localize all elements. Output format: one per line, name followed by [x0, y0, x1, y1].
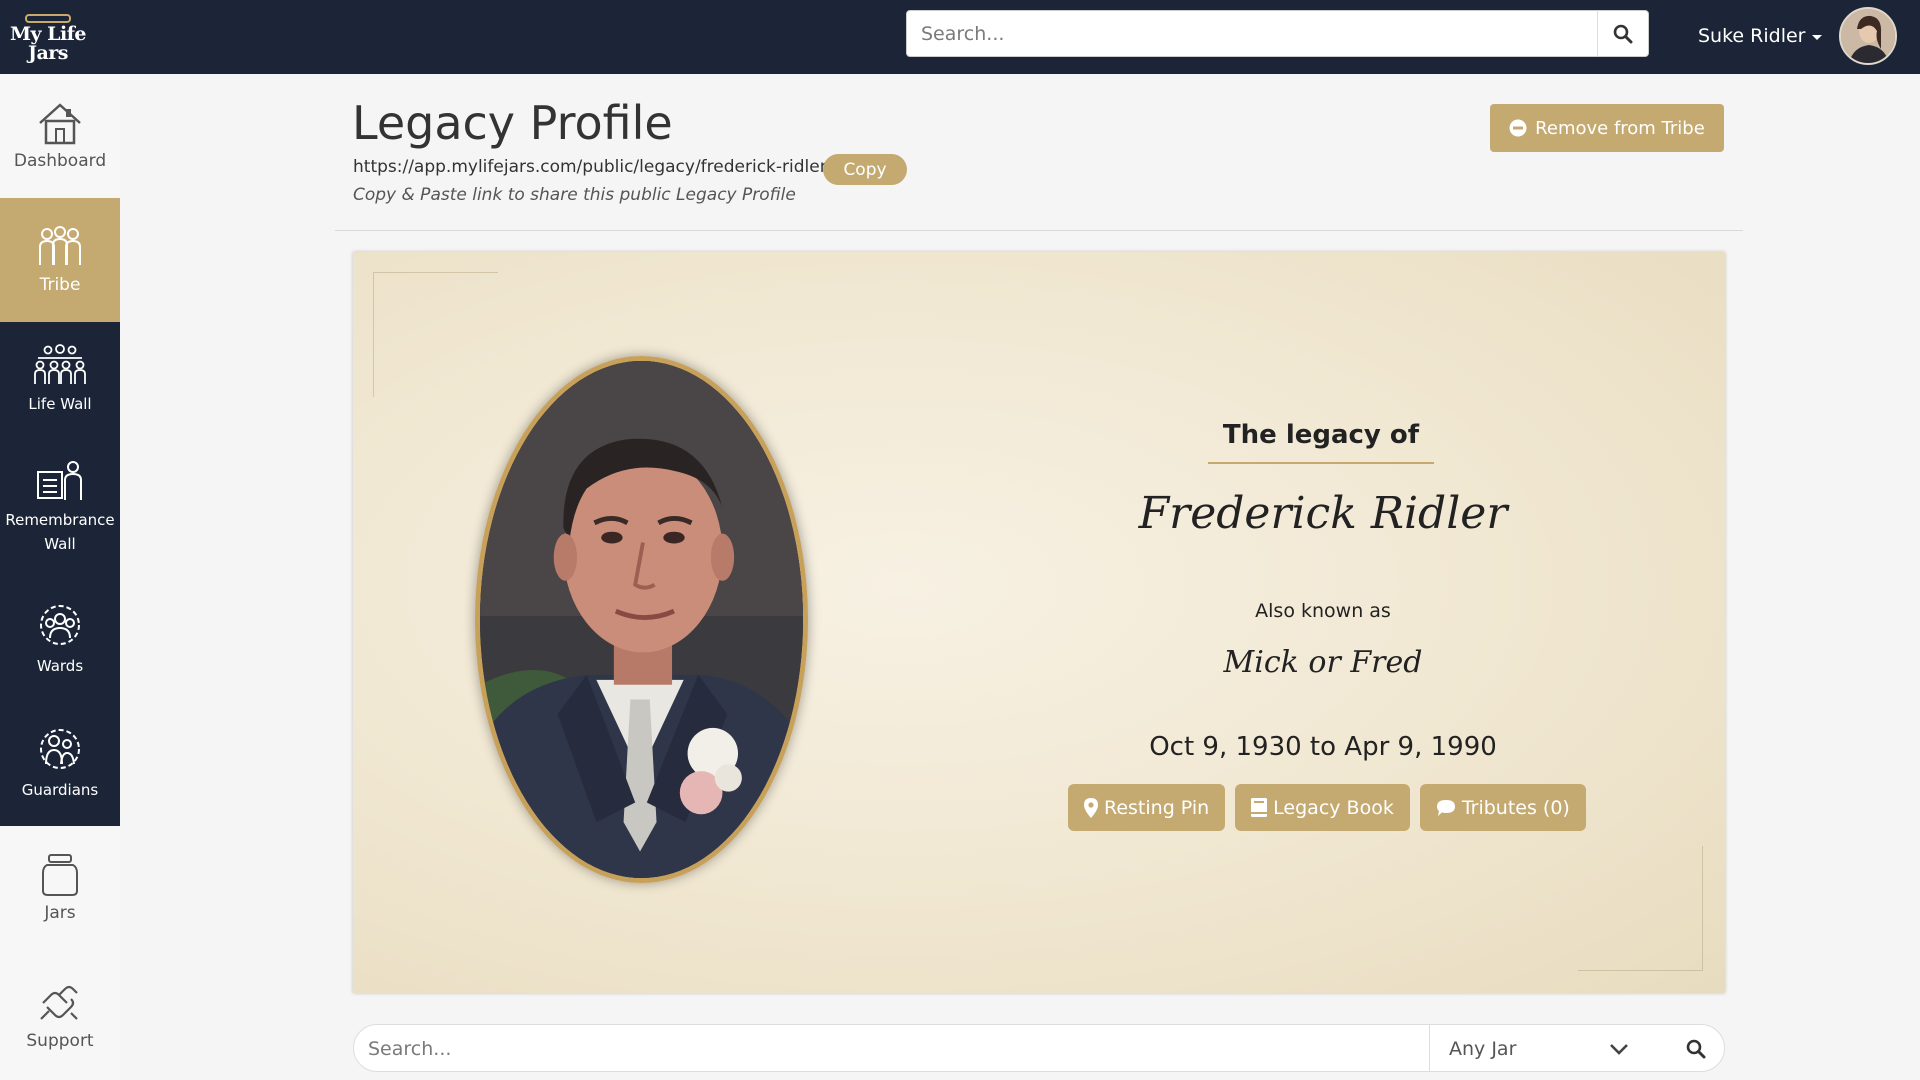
sidebar-item-label: Dashboard [13, 150, 107, 171]
guardians-icon [40, 729, 80, 769]
house-icon [39, 102, 81, 144]
sidebar-item-label: Guardians [21, 781, 99, 799]
sidebar-item-label: Jars [44, 902, 76, 923]
user-menu-dropdown[interactable]: Suke Ridler [1698, 22, 1823, 50]
jar-filter-value: Any Jar [1449, 1038, 1517, 1060]
sidebar-item-label: Wards [36, 657, 84, 675]
legacy-heading: The legacy of [1208, 420, 1434, 464]
map-pin-icon [1084, 797, 1098, 818]
memorial-icon [37, 461, 82, 500]
life-dates: Oct 9, 1930 to Apr 9, 1990 [1149, 732, 1497, 762]
chevron-down-icon [1610, 1044, 1628, 1055]
jar-filter-select[interactable]: Any Jar [1449, 1037, 1629, 1061]
sidebar-item-tribe[interactable]: Tribe [0, 198, 120, 322]
jar-lid-icon [25, 13, 71, 23]
remove-from-tribe-label: Remove from Tribe [1535, 117, 1705, 139]
global-search-button[interactable] [1597, 10, 1649, 57]
aka-value: Mick or Fred [1223, 645, 1423, 680]
minus-circle-icon [1509, 119, 1527, 137]
search-icon [1686, 1039, 1706, 1059]
divider [1429, 1025, 1430, 1071]
comment-icon [1436, 799, 1455, 816]
remove-from-tribe-button[interactable]: Remove from Tribe [1490, 104, 1724, 152]
sidebar-item-wards[interactable]: Wards [0, 578, 120, 702]
avatar[interactable] [1839, 7, 1897, 65]
legacy-name: Frederick Ridler [1138, 488, 1508, 539]
avatar-silhouette [1841, 9, 1895, 63]
aka-label: Also known as [1255, 600, 1391, 622]
page-title: Legacy Profile [352, 96, 673, 150]
sidebar-item-remembrance-wall[interactable]: Remembrance Wall [0, 438, 120, 578]
jar-search-button[interactable] [1683, 1036, 1709, 1062]
support-icon [40, 985, 78, 1020]
top-navbar: My Life Jars Suke Ridler [0, 0, 1920, 74]
sidebar-item-jars[interactable]: Jars [0, 826, 120, 950]
legacy-book-label: Legacy Book [1273, 796, 1394, 819]
sidebar-item-label: Support [26, 1030, 94, 1051]
share-note: Copy & Paste link to share this public L… [353, 185, 796, 205]
jar-search-input[interactable] [368, 1033, 1418, 1065]
legacy-book-button[interactable]: Legacy Book [1235, 784, 1410, 831]
tributes-button[interactable]: Tributes (0) [1419, 784, 1586, 831]
sidebar-item-dashboard[interactable]: Dashboard [0, 74, 120, 198]
sidebar-item-label: Life Wall [28, 395, 92, 413]
family-tree-icon [34, 344, 86, 384]
tribe-icon [39, 225, 81, 265]
sidebar: Dashboard Tribe Life Wall Remembrance Wa… [0, 74, 120, 1080]
copy-link-button[interactable]: Copy [823, 154, 907, 185]
logo-text-line1: My Life [9, 22, 87, 45]
app-logo[interactable]: My Life Jars [6, 5, 90, 71]
legacy-actions: Resting Pin Legacy Book Tributes (0) [1068, 784, 1586, 831]
user-name: Suke Ridler [1698, 25, 1806, 47]
sidebar-item-label: Remembrance Wall [5, 511, 115, 553]
sidebar-item-support[interactable]: Support [0, 950, 120, 1080]
portrait-illustration [480, 361, 803, 878]
decorative-corner [1578, 846, 1703, 971]
legacy-card: The legacy of Frederick Ridler Also know… [353, 252, 1725, 993]
caret-down-icon [1812, 34, 1823, 40]
search-icon [1613, 24, 1633, 43]
jar-search-bar: Any Jar [353, 1024, 1725, 1072]
book-icon [1251, 798, 1268, 817]
tributes-label: Tributes (0) [1461, 796, 1570, 819]
global-search-input[interactable] [906, 10, 1598, 57]
resting-pin-label: Resting Pin [1104, 796, 1210, 819]
legacy-share-url[interactable]: https://app.mylifejars.com/public/legacy… [353, 157, 827, 177]
jar-icon [42, 853, 78, 896]
wards-icon [40, 605, 80, 645]
sidebar-item-life-wall[interactable]: Life Wall [0, 322, 120, 438]
decorative-corner [373, 272, 498, 397]
resting-pin-button[interactable]: Resting Pin [1068, 784, 1226, 831]
sidebar-item-guardians[interactable]: Guardians [0, 702, 120, 826]
divider [335, 230, 1743, 231]
logo-text-line2: Jars [27, 41, 69, 64]
legacy-portrait [475, 356, 808, 883]
sidebar-item-label: Tribe [39, 274, 81, 295]
